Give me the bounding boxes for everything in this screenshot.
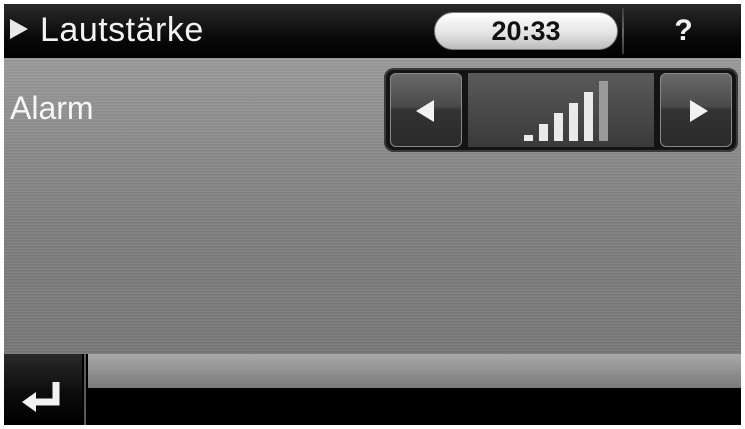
clock-display: 20:33 xyxy=(434,12,618,50)
return-arrow-icon xyxy=(22,382,60,412)
volume-level-display xyxy=(468,73,654,147)
settings-panel: Alarm xyxy=(4,58,741,354)
volume-screen: Lautstärke 20:33 ? Alarm xyxy=(4,4,741,425)
volume-increase-button[interactable] xyxy=(660,73,732,147)
play-arrow-icon xyxy=(10,19,28,39)
volume-bar xyxy=(539,124,548,141)
arrow-left-icon xyxy=(416,100,434,122)
help-button[interactable]: ? xyxy=(626,8,741,54)
alarm-label: Alarm xyxy=(10,90,94,126)
page-title: Lautstärke xyxy=(40,11,204,49)
alarm-volume-control xyxy=(384,68,738,152)
volume-level-bars-icon xyxy=(524,81,614,141)
footer-bar xyxy=(4,354,741,425)
volume-bar xyxy=(584,91,593,141)
volume-bar xyxy=(554,113,563,141)
volume-bar xyxy=(569,102,578,141)
volume-bar xyxy=(524,135,533,141)
volume-decrease-button[interactable] xyxy=(390,73,462,147)
footer-strip xyxy=(88,354,741,388)
header-bar: Lautstärke 20:33 ? xyxy=(4,4,741,58)
header-divider xyxy=(622,8,624,54)
volume-bar xyxy=(599,81,608,141)
back-button[interactable] xyxy=(4,354,82,425)
arrow-right-icon xyxy=(690,100,708,122)
footer-divider xyxy=(84,354,86,425)
